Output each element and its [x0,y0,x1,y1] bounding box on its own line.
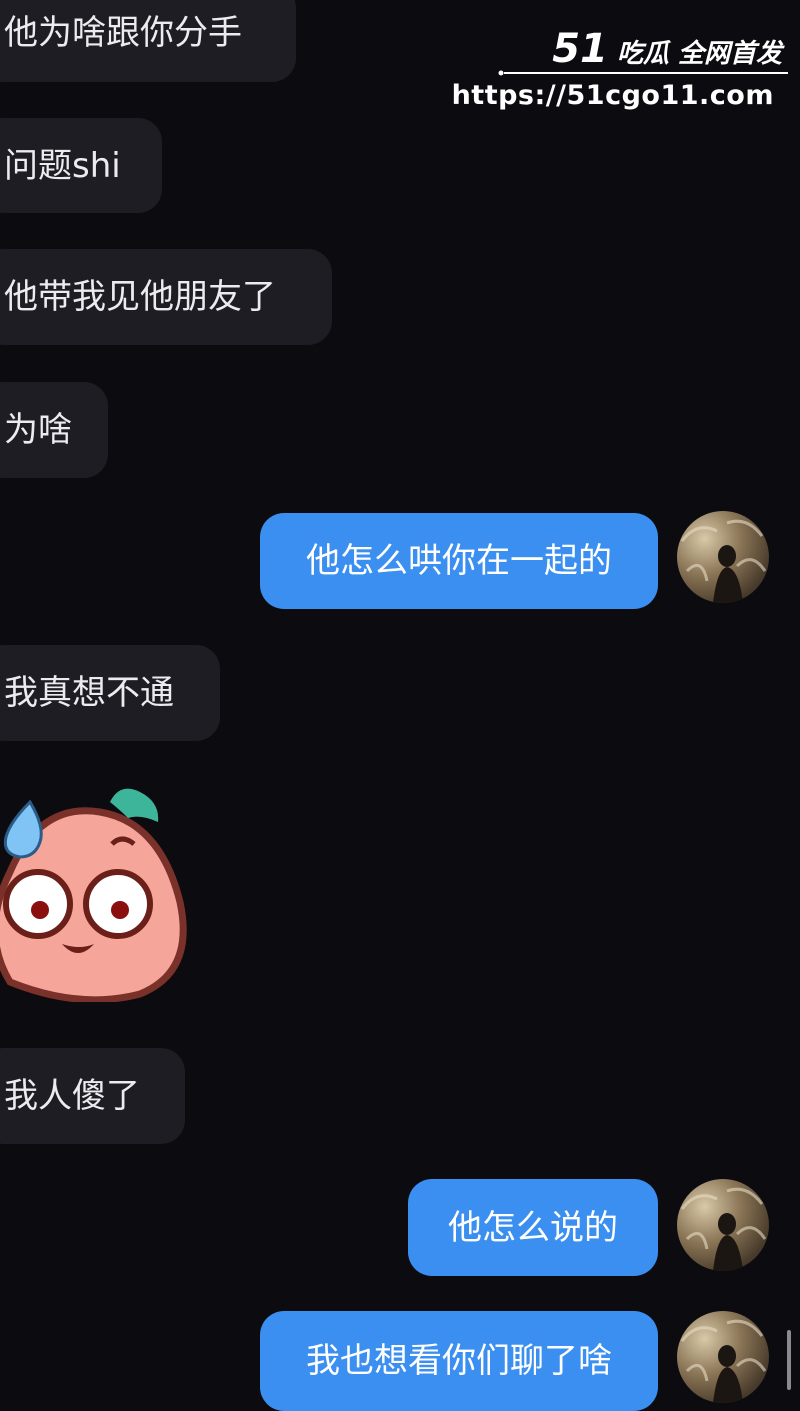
watermark-brand-text: 吃瓜 全网首发 [616,39,782,69]
message-bubble-incoming[interactable]: 他带我见他朋友了 [0,249,332,345]
message-bubble-incoming[interactable]: 我人傻了 [0,1048,185,1144]
message-text: 他怎么说的 [448,1207,618,1248]
scrollbar[interactable] [787,1330,791,1390]
message-bubble-incoming[interactable]: 我真想不通 [0,645,220,741]
avatar-photo-icon [680,519,767,603]
message-text: 我也想看你们聊了啥 [306,1341,612,1381]
message-text: 我真想不通 [4,673,174,713]
message-text: 我人傻了 [4,1076,140,1116]
message-text: 他为啥跟你分手 [4,13,242,53]
avatar[interactable] [677,1179,769,1271]
message-text: 为啥 [4,410,72,450]
message-text: 他怎么哄你在一起的 [306,541,612,581]
message-bubble-incoming[interactable]: 问题shi [0,118,162,213]
avatar-photo-icon [680,1319,767,1403]
avatar[interactable] [677,511,769,603]
avatar[interactable] [677,1311,769,1403]
message-text: 问题shi [4,145,121,186]
watermark-circuit-line [498,70,788,76]
watermark: 51 吃瓜 全网首发 https://51cgo11.com [452,10,788,111]
avatar-photo-icon [680,1187,767,1271]
message-bubble-outgoing[interactable]: 他怎么说的 [408,1179,658,1276]
message-bubble-outgoing[interactable]: 他怎么哄你在一起的 [260,513,658,609]
watermark-url: https://51cgo11.com [451,80,774,111]
watermark-brand: 51 吃瓜 全网首发 [552,26,782,72]
watermark-brand-number: 51 [552,26,608,72]
message-bubble-outgoing[interactable]: 我也想看你们聊了啥 [260,1311,658,1411]
message-bubble-incoming[interactable]: 为啥 [0,382,108,478]
sweating-peach-face-sticker[interactable] [0,782,190,1002]
message-text: 他带我见他朋友了 [4,277,276,317]
message-bubble-incoming[interactable]: 他为啥跟你分手 [0,0,296,82]
